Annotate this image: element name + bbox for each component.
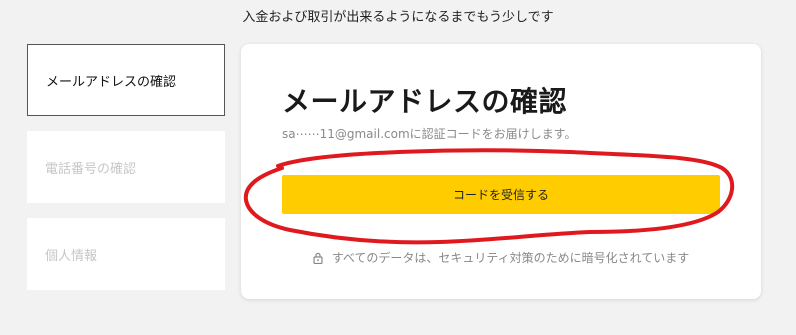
page-title: メールアドレスの確認: [282, 85, 568, 118]
step-sidebar: メールアドレスの確認 電話番号の確認 個人情報: [27, 44, 225, 305]
lock-icon: [313, 252, 323, 264]
step-personal-info[interactable]: 個人情報: [27, 218, 225, 290]
security-note-text: すべてのデータは、セキュリティ対策のために暗号化されています: [331, 251, 690, 265]
step-label: 電話番号の確認: [45, 161, 137, 177]
step-label: メールアドレスの確認: [46, 74, 177, 90]
security-note: すべてのデータは、セキュリティ対策のために暗号化されています: [241, 249, 761, 266]
email-verification-card: メールアドレスの確認 sa⋯⋯11@gmail.comに認証コードをお届けします…: [241, 44, 761, 299]
step-phone-verification[interactable]: 電話番号の確認: [27, 131, 225, 203]
verification-description: sa⋯⋯11@gmail.comに認証コードをお届けします。: [282, 127, 577, 141]
step-label: 個人情報: [45, 248, 98, 264]
receive-code-button[interactable]: コードを受信する: [282, 175, 720, 214]
progress-message: 入金および取引が出来るようになるまでもう少しです: [242, 10, 554, 25]
step-email-verification[interactable]: メールアドレスの確認: [27, 44, 225, 116]
